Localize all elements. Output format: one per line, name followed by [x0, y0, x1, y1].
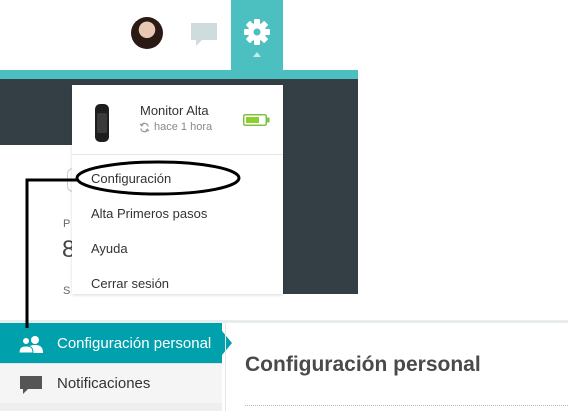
battery-icon: [243, 114, 270, 126]
top-header: [0, 0, 358, 70]
sidebar-item-label: Notificaciones: [57, 375, 151, 392]
sync-time: hace 1 hora: [154, 121, 213, 133]
sync-icon: [139, 122, 150, 132]
speech-bubble-icon: [20, 376, 42, 394]
device-row[interactable]: Monitor Alta hace 1 hora: [72, 85, 283, 155]
sidebar-footer: [0, 403, 222, 411]
menu-item-cerrar-sesion[interactable]: Cerrar sesión: [72, 266, 283, 301]
sidebar-item-configuracion-personal[interactable]: Configuración personal: [0, 323, 232, 363]
menu-item-alta-primeros-pasos[interactable]: Alta Primeros pasos: [72, 196, 283, 231]
vertical-separator: [225, 323, 226, 411]
dark-banner-side: [283, 79, 358, 294]
menu-item-ayuda[interactable]: Ayuda: [72, 231, 283, 266]
partial-text-label-2: S: [63, 285, 71, 297]
account-dropdown: Monitor Alta hace 1 hora Configuración A…: [72, 85, 283, 294]
page-title: Configuración personal: [245, 353, 481, 376]
menu-item-configuracion[interactable]: Configuración: [72, 161, 283, 196]
avatar[interactable]: [131, 17, 163, 49]
partial-text-label: P: [63, 218, 71, 230]
header-accent-strip: [0, 70, 358, 79]
users-icon: [18, 336, 43, 353]
tracker-icon: [95, 104, 109, 142]
sidebar-item-label: Configuración personal: [57, 335, 212, 352]
sidebar-item-notificaciones[interactable]: Notificaciones: [0, 363, 222, 403]
dotted-divider: [245, 405, 568, 406]
page-background: [0, 145, 70, 320]
chat-icon[interactable]: [190, 22, 218, 48]
sync-status: hace 1 hora: [139, 121, 212, 133]
caret-up-icon: [253, 52, 261, 57]
device-name: Monitor Alta: [140, 103, 209, 118]
gear-icon: [244, 19, 270, 45]
settings-menu-button[interactable]: [231, 0, 283, 79]
